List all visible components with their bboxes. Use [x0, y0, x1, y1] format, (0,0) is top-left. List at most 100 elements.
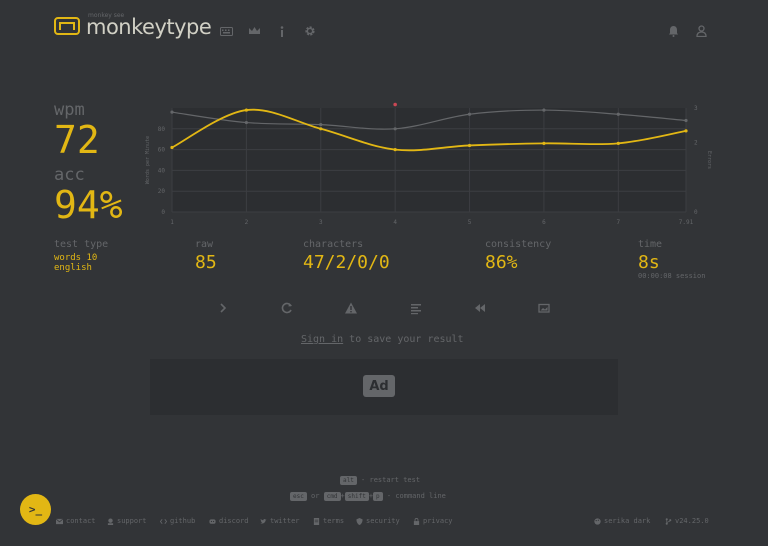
- consistency-value: 86%: [485, 252, 518, 273]
- donate-icon: [107, 517, 114, 525]
- x-tick-label: 4: [393, 219, 397, 226]
- ad-banner[interactable]: Ad: [150, 359, 618, 415]
- series-point-wpm: [616, 141, 620, 145]
- x-tick-label: 3: [319, 219, 323, 226]
- footer-support[interactable]: support: [107, 517, 147, 525]
- theme-name: serika dark: [604, 517, 651, 525]
- test-type-label: test type: [54, 239, 109, 250]
- x-tick-label: 7.91: [679, 219, 694, 226]
- series-point-wpm: [393, 148, 397, 152]
- series-point-wpm: [542, 141, 546, 145]
- theme-selector[interactable]: serika dark: [594, 517, 650, 525]
- command-line-button[interactable]: >_: [20, 494, 51, 525]
- series-point-wpm: [170, 145, 174, 150]
- alt-key: alt: [340, 476, 357, 485]
- series-point-raw: [319, 123, 323, 127]
- chart-plot-area: [172, 108, 686, 212]
- signin-link[interactable]: Sign in: [301, 334, 343, 345]
- y2-tick-label: 3: [694, 105, 698, 112]
- restart-icon[interactable]: [280, 300, 294, 314]
- characters-value: 47/2/0/0: [303, 252, 390, 273]
- keyboard-icon[interactable]: [219, 24, 233, 38]
- crown-icon[interactable]: [247, 24, 261, 38]
- footer-github[interactable]: github: [160, 517, 195, 525]
- restart-hint: alt - restart test: [340, 476, 420, 485]
- logo[interactable]: monkey see monkeytype: [54, 12, 212, 39]
- next-test-icon[interactable]: [216, 300, 230, 314]
- list-icon[interactable]: [409, 300, 423, 315]
- footer-privacy[interactable]: privacy: [413, 517, 453, 525]
- series-point-wpm: [244, 108, 248, 112]
- consistency-label: consistency: [485, 239, 552, 250]
- version-number: v24.25.0: [675, 517, 709, 525]
- screenshot-icon[interactable]: [537, 300, 551, 314]
- footer-contact[interactable]: contact: [56, 517, 96, 525]
- series-point-wpm: [319, 127, 323, 131]
- raw-value: 85: [195, 252, 217, 273]
- restart-hint-text: - restart test: [356, 476, 421, 484]
- esc-key: esc: [290, 492, 307, 501]
- discord-icon: [209, 518, 216, 524]
- time-label: time: [638, 239, 663, 250]
- time-value: 8s: [638, 252, 660, 273]
- bell-icon[interactable]: [666, 24, 680, 38]
- characters-label: characters: [303, 239, 364, 250]
- test-type-mode: words 10: [54, 253, 98, 263]
- cmd-key: cmd: [323, 492, 341, 501]
- footer-terms[interactable]: terms: [313, 517, 344, 525]
- footer-github-label: github: [170, 517, 196, 525]
- series-point-raw: [170, 110, 174, 114]
- footer-privacy-label: privacy: [423, 517, 453, 525]
- gear-icon[interactable]: [303, 24, 317, 38]
- keyboard-logo-icon: [54, 17, 80, 35]
- shift-key: shift: [344, 492, 369, 501]
- y-tick-label: 80: [158, 126, 166, 133]
- error-point: [393, 102, 397, 107]
- series-point-wpm: [467, 143, 472, 148]
- version-link[interactable]: v24.25.0: [665, 517, 709, 525]
- ad-label: Ad: [363, 375, 395, 397]
- envelope-icon: [56, 518, 63, 524]
- x-tick-label: 7: [616, 219, 620, 226]
- y2-axis-label: Errors: [706, 151, 712, 169]
- or-text: or: [306, 492, 324, 500]
- wpm-label: wpm: [54, 100, 85, 120]
- wpm-chart[interactable]: 0204060801 2 3 4 5 6 7 7.91023Words per Minute E…: [140, 98, 720, 233]
- footer-support-label: support: [117, 517, 147, 525]
- rewind-icon[interactable]: [473, 300, 487, 314]
- footer-discord-label: discord: [219, 517, 249, 525]
- y-tick-label: 60: [158, 147, 166, 154]
- document-icon: [313, 517, 320, 525]
- x-tick-label: 1: [170, 219, 174, 226]
- raw-label: raw: [195, 239, 214, 250]
- twitter-icon: [260, 518, 267, 524]
- lock-icon: [413, 517, 420, 525]
- y2-tick-label: 2: [694, 140, 698, 147]
- warning-icon[interactable]: [344, 300, 358, 314]
- series-point-wpm: [684, 129, 688, 133]
- footer-twitter[interactable]: twitter: [260, 517, 300, 525]
- signin-prompt: Sign in to save your result: [301, 334, 464, 345]
- acc-label: acc: [54, 165, 85, 185]
- user-icon[interactable]: [694, 24, 708, 38]
- y-tick-label: 40: [158, 167, 166, 174]
- footer-contact-label: contact: [66, 517, 96, 525]
- p-key: p: [373, 492, 383, 501]
- series-point-raw: [467, 112, 472, 116]
- code-icon: [160, 518, 167, 524]
- signin-text: to save your result: [343, 334, 464, 345]
- y2-tick-label: 0: [694, 209, 698, 216]
- series-point-raw: [616, 112, 620, 116]
- series-point-raw: [684, 118, 688, 123]
- y-tick-label: 0: [161, 209, 165, 216]
- command-line-hint: esc or cmd + shift + p - command line: [290, 492, 446, 501]
- footer-twitter-label: twitter: [270, 517, 300, 525]
- footer-security-label: security: [366, 517, 400, 525]
- info-icon[interactable]: [275, 24, 289, 38]
- x-tick-label: 5: [468, 219, 472, 226]
- footer-security[interactable]: security: [356, 517, 400, 525]
- command-line-hint-text: - command line: [382, 492, 446, 500]
- footer-discord[interactable]: discord: [209, 517, 249, 525]
- footer-terms-label: terms: [323, 517, 345, 525]
- wpm-value: 72: [54, 118, 100, 162]
